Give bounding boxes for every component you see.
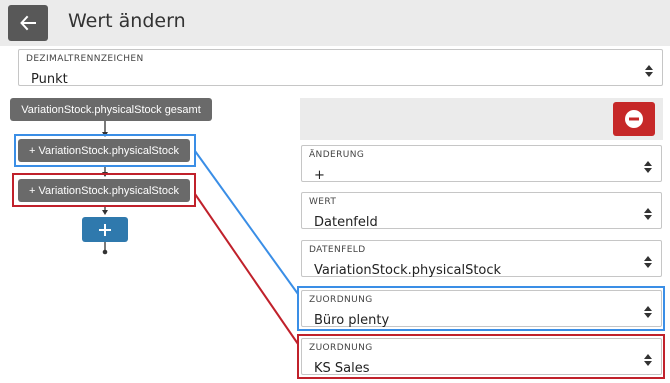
select-value: KS Sales (314, 361, 370, 376)
select-label: ZUORDNUNG (309, 343, 373, 353)
change-operator-select[interactable]: ÄNDERUNG + (301, 145, 662, 183)
plus-icon (99, 223, 111, 236)
assignment-select-1[interactable]: ZUORDNUNG Büro plenty (301, 290, 662, 328)
sort-caret-icon (644, 256, 652, 268)
remove-button[interactable] (613, 102, 655, 136)
tree-root-label: VariationStock.physicalStock gesamt (21, 103, 201, 116)
condition-header-bar (300, 98, 663, 140)
select-label: DATENFELD (309, 245, 366, 255)
select-value: Datenfeld (314, 215, 378, 230)
tree-child-node-1[interactable]: + VariationStock.physicalStock (18, 139, 190, 162)
select-label: ZUORDNUNG (309, 295, 373, 305)
arrow-head-icon (102, 172, 108, 177)
assignment-select-2[interactable]: ZUORDNUNG KS Sales (301, 338, 662, 376)
select-label: DEZIMALTRENNZEICHEN (26, 54, 144, 64)
page-title: Wert ändern (68, 10, 186, 32)
sort-caret-icon (644, 161, 652, 173)
sort-caret-icon (645, 65, 653, 77)
select-label: WERT (309, 197, 337, 207)
select-label: ÄNDERUNG (309, 150, 365, 160)
sort-caret-icon (644, 306, 652, 318)
select-value: VariationStock.physicalStock (314, 263, 502, 278)
tree-root-node[interactable]: VariationStock.physicalStock gesamt (10, 98, 212, 121)
minus-circle-icon (625, 110, 643, 128)
tree-child-label: + VariationStock.physicalStock (29, 144, 179, 157)
sort-caret-icon (644, 208, 652, 220)
arrow-head-icon (102, 132, 108, 137)
highlight-connector-red (194, 193, 299, 345)
add-node-button[interactable] (82, 217, 128, 242)
select-value: Punkt (31, 72, 68, 87)
arrow-left-icon (20, 15, 36, 31)
data-field-select[interactable]: DATENFELD VariationStock.physicalStock (301, 240, 662, 278)
select-value: + (314, 168, 325, 183)
header-bar: Wert ändern (0, 0, 670, 46)
select-value: Büro plenty (314, 313, 390, 328)
back-button[interactable] (8, 5, 48, 41)
sort-caret-icon (644, 354, 652, 366)
tree-end-dot (102, 249, 108, 255)
decimal-separator-select[interactable]: DEZIMALTRENNZEICHEN Punkt (18, 49, 663, 87)
tree-child-node-2[interactable]: + VariationStock.physicalStock (18, 179, 190, 202)
tree-child-label: + VariationStock.physicalStock (29, 184, 179, 197)
arrow-head-icon (102, 210, 108, 215)
value-type-select[interactable]: WERT Datenfeld (301, 192, 662, 230)
highlight-connector-blue (194, 150, 299, 295)
